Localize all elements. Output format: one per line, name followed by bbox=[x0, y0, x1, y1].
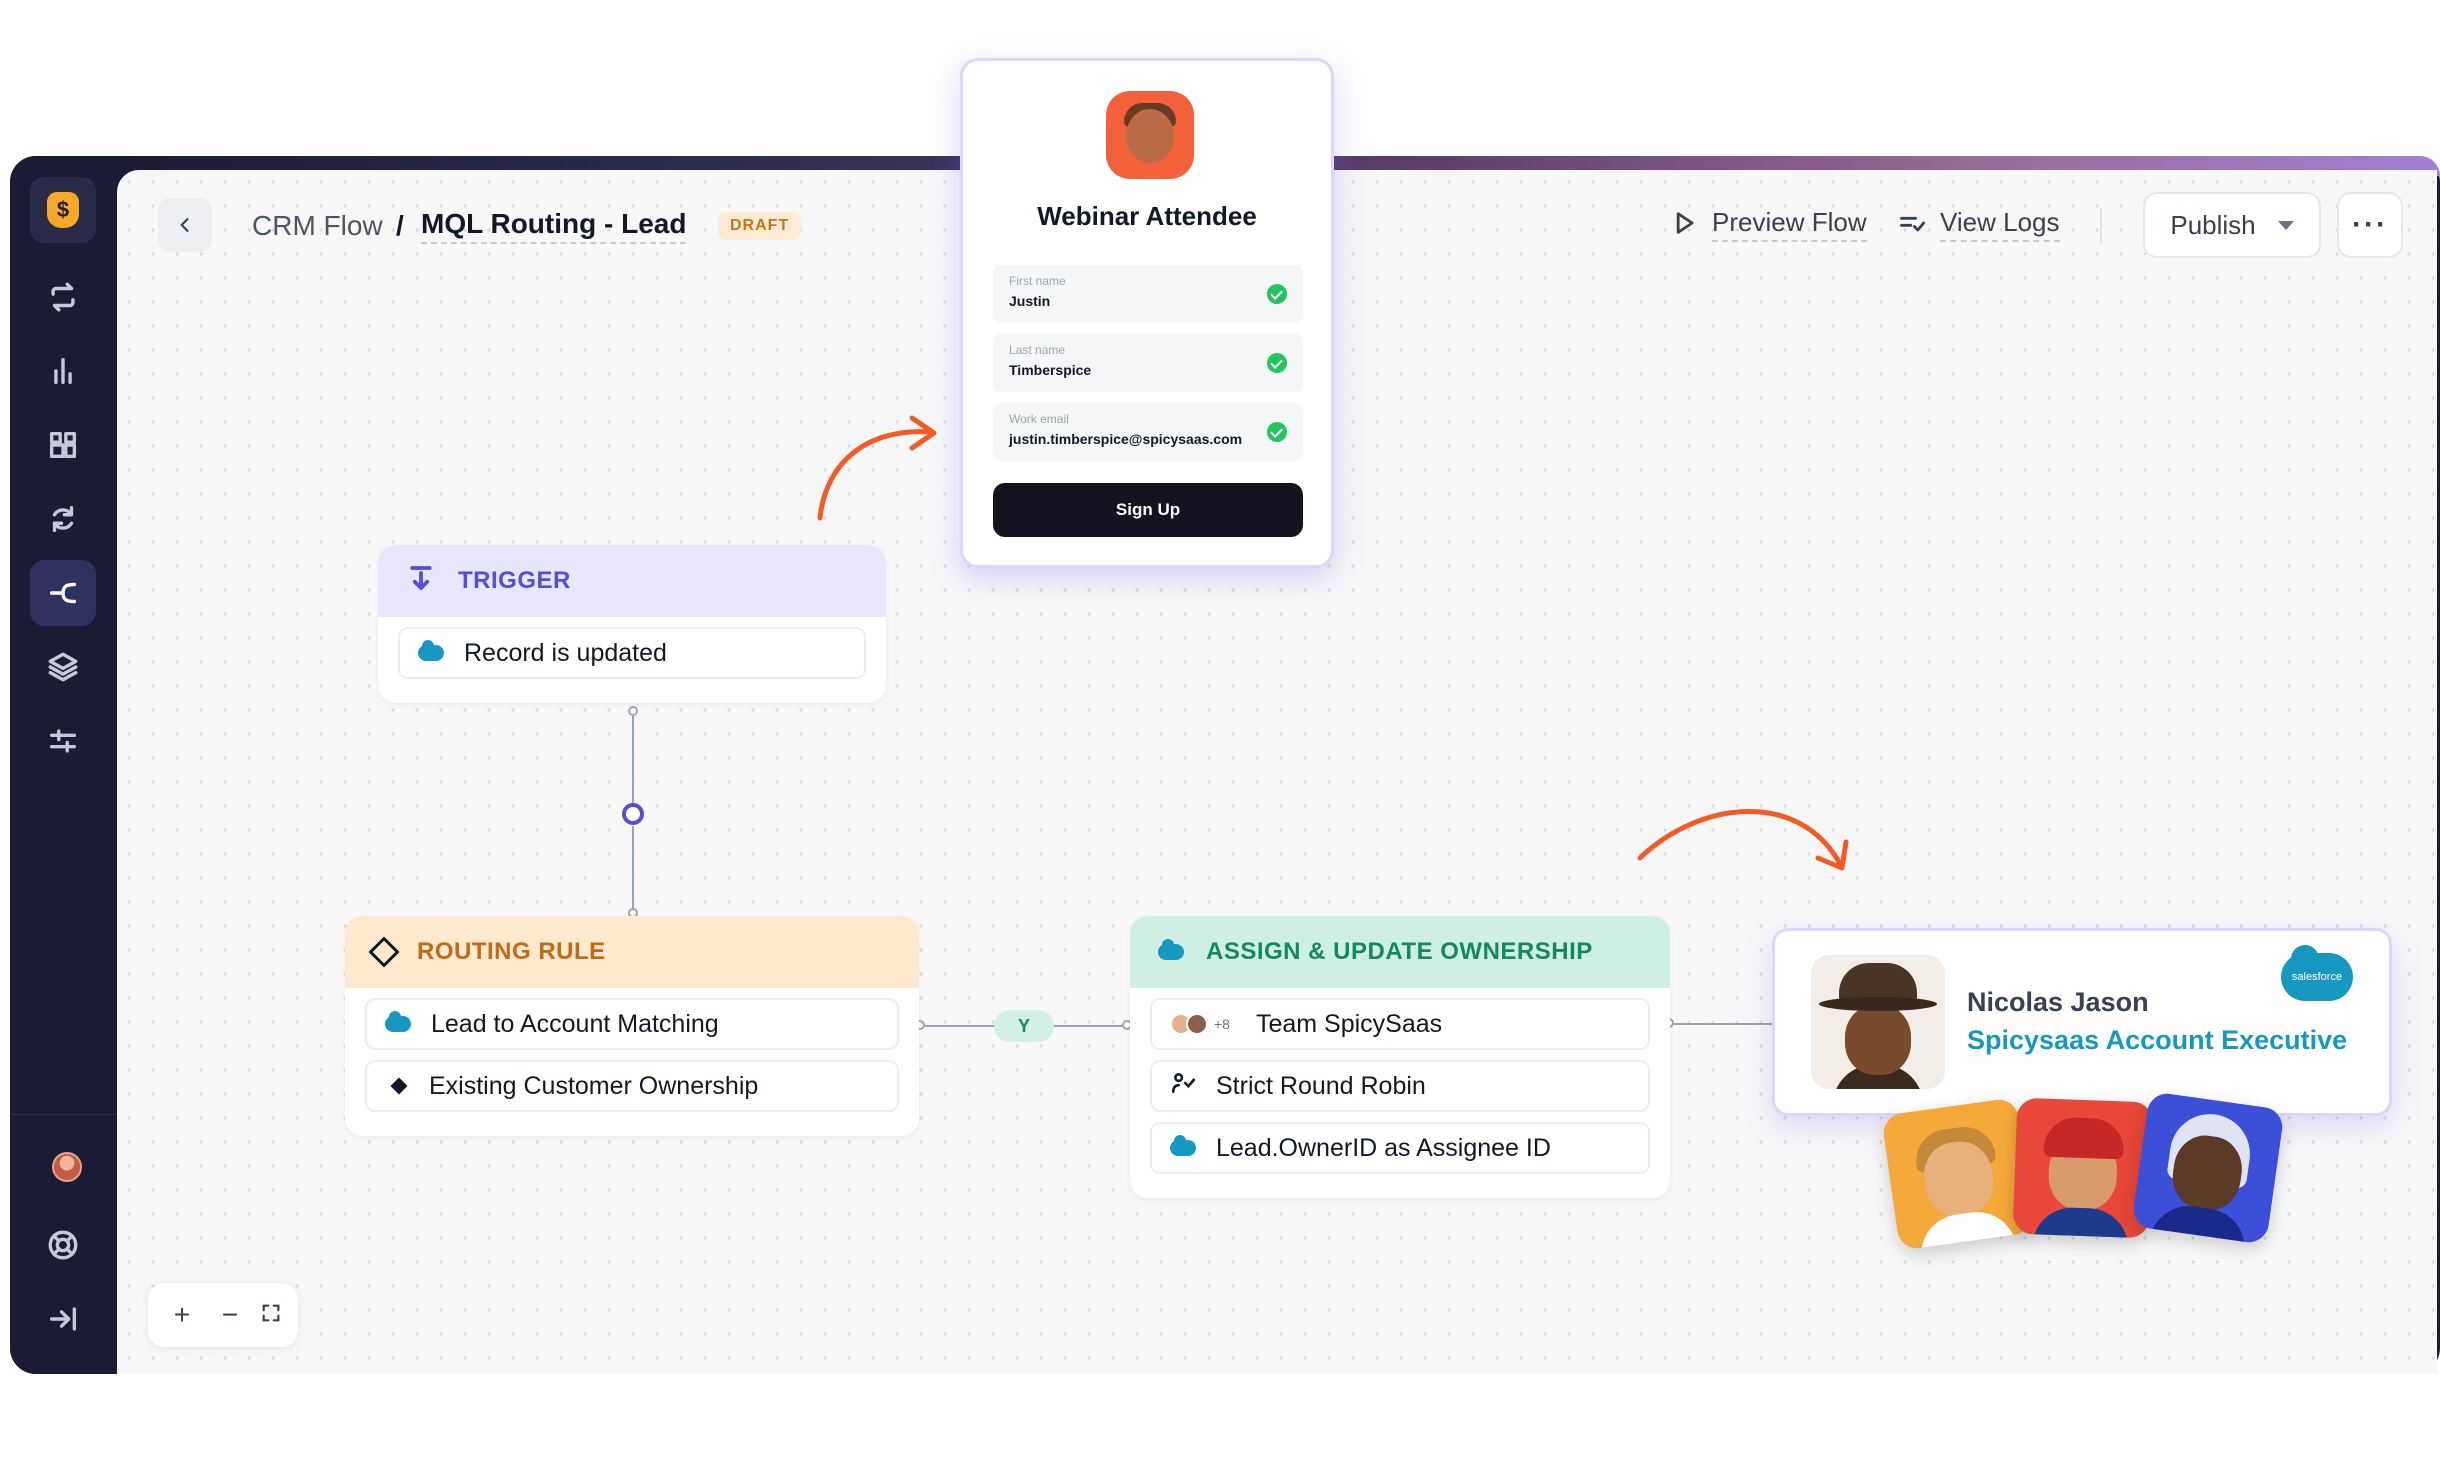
team-member-avatar bbox=[2012, 1097, 2154, 1239]
fullscreen-icon bbox=[262, 1304, 280, 1321]
zoom-out-button[interactable]: − bbox=[212, 1299, 248, 1331]
account-executive-photo bbox=[1811, 955, 1945, 1089]
salesforce-logo-text: salesforce bbox=[2291, 971, 2343, 983]
zoom-controls: + − bbox=[148, 1283, 298, 1347]
salesforce-logo: salesforce bbox=[2281, 945, 2353, 1001]
account-executive-role: Spicysaas Account Executive bbox=[1967, 1025, 2348, 1055]
curved-arrow-icon bbox=[817, 415, 1849, 871]
fit-view-button[interactable] bbox=[260, 1302, 282, 1329]
account-executive-card: Nicolas Jason Spicysaas Account Executiv… bbox=[1772, 928, 2392, 1116]
account-executive-name: Nicolas Jason bbox=[1967, 987, 2149, 1017]
team-member-avatar bbox=[2131, 1091, 2285, 1245]
team-member-avatar bbox=[1881, 1097, 2035, 1251]
zoom-in-button[interactable]: + bbox=[164, 1299, 200, 1331]
